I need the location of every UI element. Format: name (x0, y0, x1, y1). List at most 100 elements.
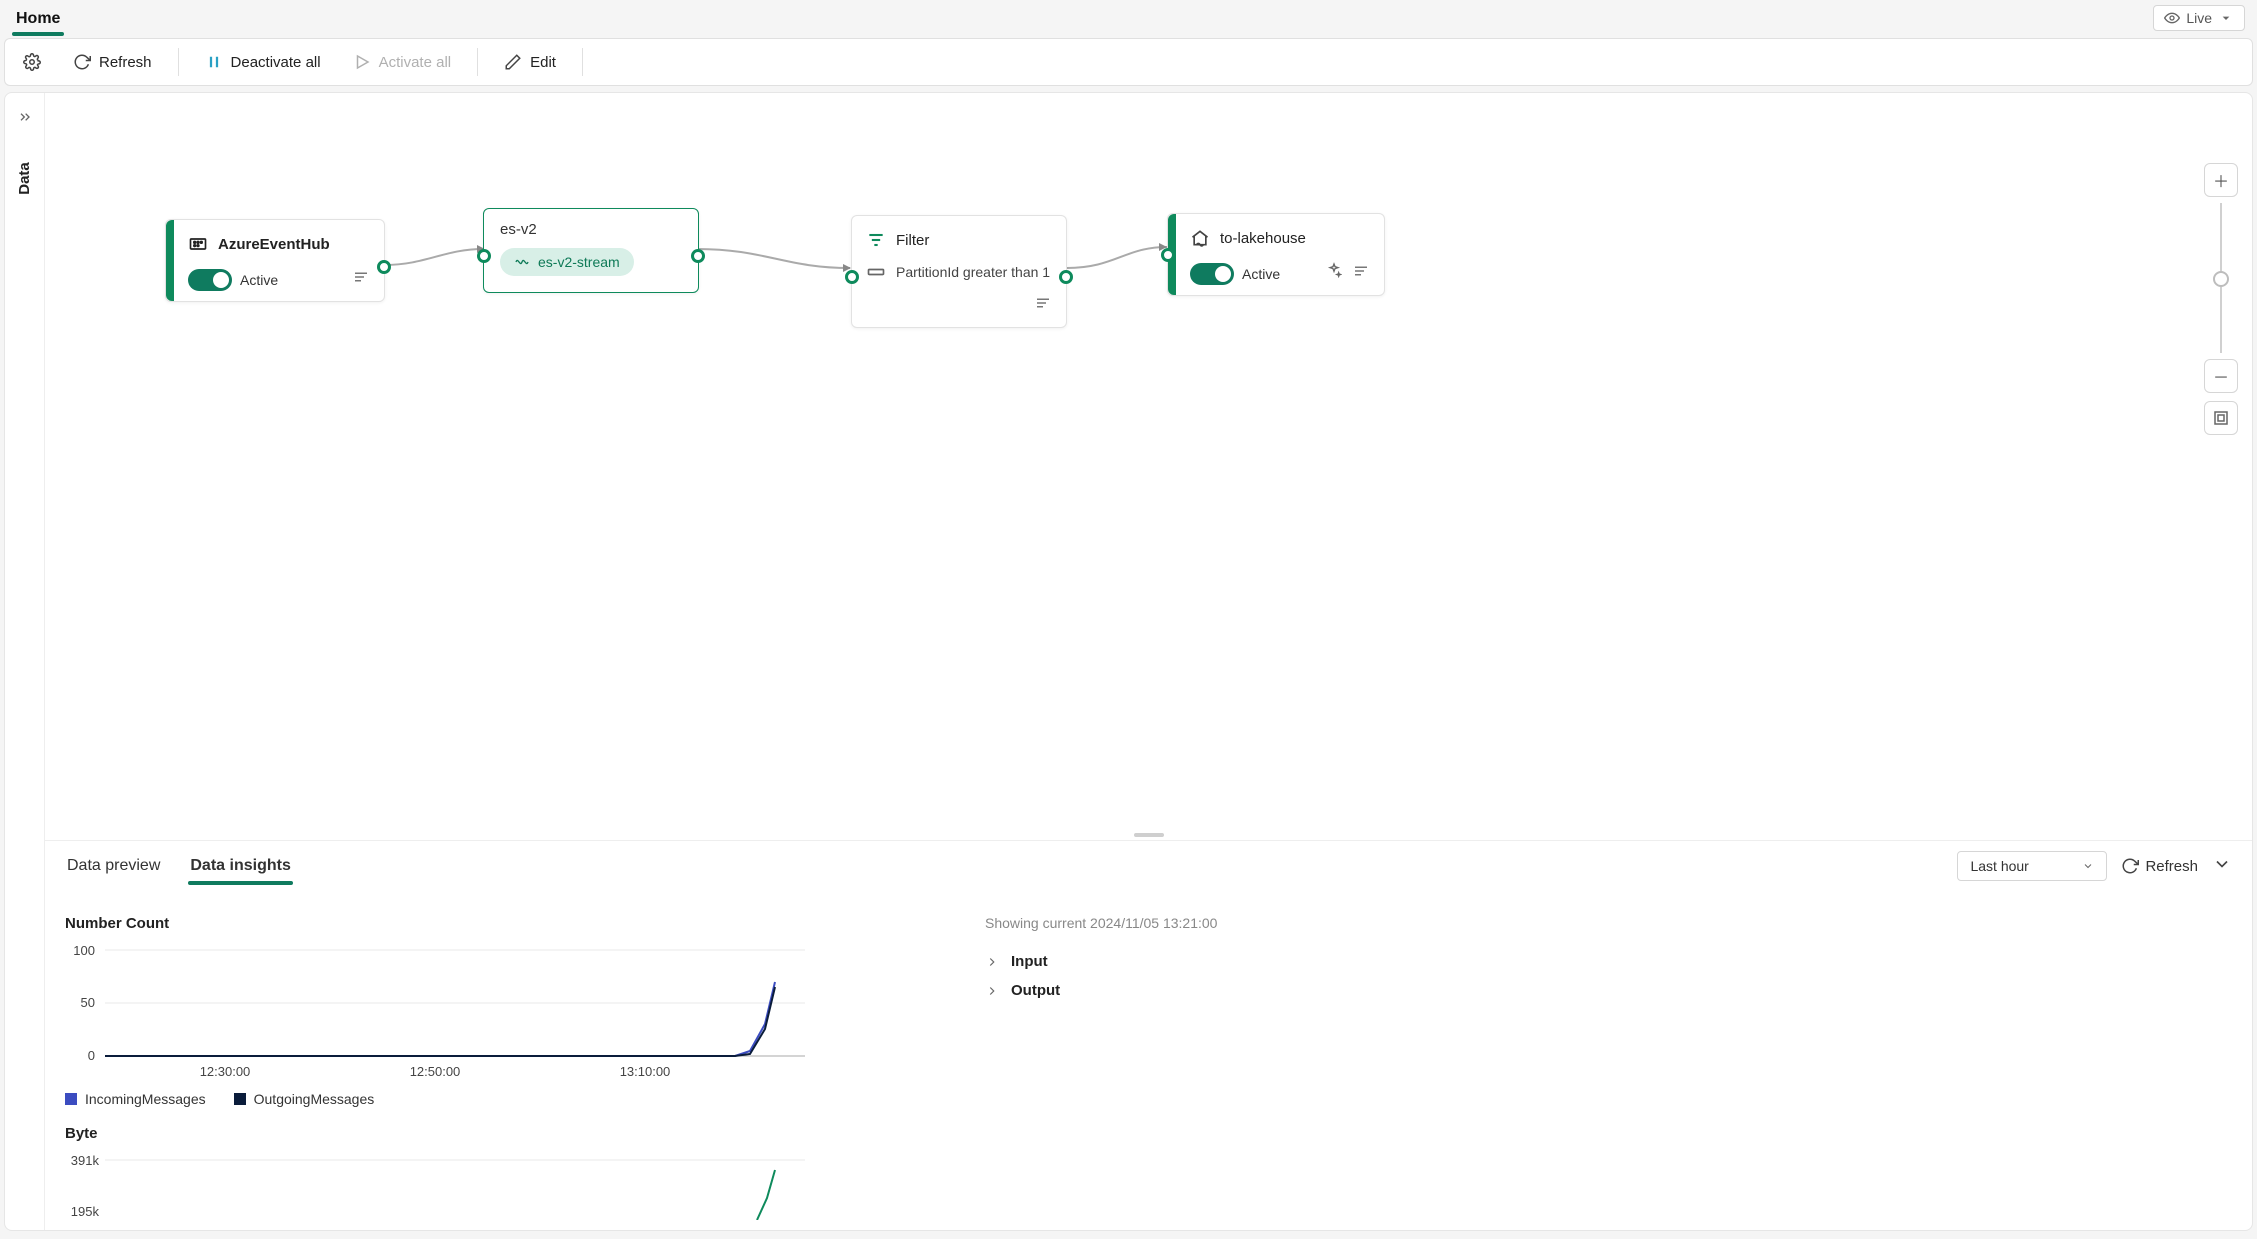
pause-icon (205, 53, 223, 71)
showing-timestamp: Showing current 2024/11/05 13:21:00 (985, 915, 2232, 931)
node-stream[interactable]: es-v2 es-v2-stream (483, 208, 699, 293)
legend-swatch (234, 1093, 246, 1105)
tab-data-preview[interactable]: Data preview (65, 847, 162, 885)
source-toggle[interactable] (188, 269, 232, 291)
port-in[interactable] (477, 249, 491, 263)
zoom-in-button[interactable]: ＋ (2204, 163, 2238, 197)
x-tick: 12:50:00 (410, 1064, 461, 1079)
y-tick: 100 (73, 943, 95, 958)
bottom-refresh-button[interactable]: Refresh (2121, 857, 2198, 875)
refresh-label: Refresh (99, 54, 152, 71)
legend-item[interactable]: OutgoingMessages (234, 1091, 375, 1107)
eventhub-icon (188, 234, 208, 254)
bottom-panel: Data preview Data insights Last hour Ref… (45, 840, 2252, 1230)
expander-input-label: Input (1011, 953, 1048, 970)
series-bytes (757, 1170, 775, 1220)
stream-icon (514, 254, 530, 270)
separator (477, 48, 478, 76)
side-rail: Data (5, 93, 45, 1230)
flow-canvas[interactable]: AzureEventHub Active (45, 93, 2252, 830)
separator (582, 48, 583, 76)
zoom-tools: ＋ － (2204, 163, 2238, 435)
port-in[interactable] (1161, 248, 1175, 262)
deactivate-all-button[interactable]: Deactivate all (199, 49, 327, 75)
zoom-slider[interactable] (2220, 203, 2222, 353)
stream-chip[interactable]: es-v2-stream (500, 248, 634, 276)
x-tick: 12:30:00 (200, 1064, 251, 1079)
edit-button[interactable]: Edit (498, 49, 562, 75)
legend-label: OutgoingMessages (254, 1091, 375, 1107)
tab-data-insights[interactable]: Data insights (188, 847, 292, 885)
chevron-right-icon (985, 955, 999, 969)
stream-chip-label: es-v2-stream (538, 254, 620, 270)
live-label: Live (2186, 10, 2212, 26)
panel-resize-handle[interactable] (45, 830, 2252, 840)
port-in[interactable] (845, 270, 859, 284)
node-menu-button[interactable] (352, 268, 370, 291)
node-sink[interactable]: to-lakehouse Active (1167, 213, 1385, 296)
chevron-right-icon (985, 984, 999, 998)
chart1-legend: IncomingMessages OutgoingMessages (65, 1091, 825, 1107)
expand-panel-button[interactable] (11, 103, 39, 136)
chevron-down-icon (2212, 854, 2232, 874)
node-stream-title: es-v2 (500, 221, 537, 238)
zoom-handle[interactable] (2213, 271, 2229, 287)
y-tick: 391k (71, 1153, 100, 1168)
chevron-down-icon (2082, 860, 2094, 872)
eye-icon (2164, 10, 2180, 26)
x-tick: 13:10:00 (620, 1064, 671, 1079)
node-filter[interactable]: Filter PartitionId greater than 1 (851, 215, 1067, 328)
legend-swatch (65, 1093, 77, 1105)
fit-view-button[interactable] (2204, 401, 2238, 435)
source-status-label: Active (240, 272, 278, 288)
legend-item[interactable]: IncomingMessages (65, 1091, 206, 1107)
time-range-select[interactable]: Last hour (1957, 851, 2107, 881)
connectors (45, 93, 2252, 830)
chart-number-count: 100 50 0 12:30:00 12:50:00 13:10:00 (65, 940, 805, 1080)
legend-label: IncomingMessages (85, 1091, 206, 1107)
lakehouse-icon (1190, 228, 1210, 248)
refresh-icon (73, 53, 91, 71)
sparkle-icon[interactable] (1326, 262, 1342, 278)
activate-all-button: Activate all (347, 49, 458, 75)
gear-icon (23, 53, 41, 71)
node-menu-button[interactable] (1034, 294, 1052, 317)
port-out[interactable] (691, 249, 705, 263)
node-filter-rule: PartitionId greater than 1 (896, 264, 1050, 280)
series-incoming (105, 982, 775, 1056)
collapse-panel-button[interactable] (2212, 854, 2232, 879)
bottom-refresh-label: Refresh (2145, 858, 2198, 875)
main-card: Data AzureEventHub (4, 92, 2253, 1231)
node-source-title: AzureEventHub (218, 236, 330, 253)
more-icon (352, 268, 370, 286)
filter-icon (866, 230, 886, 250)
port-out[interactable] (1059, 270, 1073, 284)
toolbar: Refresh Deactivate all Activate all Edit (4, 38, 2253, 86)
expander-output[interactable]: Output (985, 976, 2232, 1005)
y-tick: 195k (71, 1204, 100, 1219)
node-source[interactable]: AzureEventHub Active (165, 219, 385, 302)
port-out[interactable] (377, 260, 391, 274)
fit-icon (2212, 409, 2230, 427)
refresh-button[interactable]: Refresh (67, 49, 158, 75)
y-tick: 0 (88, 1048, 95, 1063)
zoom-out-button[interactable]: － (2204, 359, 2238, 393)
refresh-icon (2121, 857, 2139, 875)
series-outgoing (105, 987, 775, 1056)
chevron-double-right-icon (17, 109, 33, 125)
activate-all-label: Activate all (379, 54, 452, 71)
node-active-strip (166, 220, 174, 301)
edit-label: Edit (530, 54, 556, 71)
expander-input[interactable]: Input (985, 947, 2232, 976)
more-icon (1034, 294, 1052, 312)
tab-home[interactable]: Home (12, 4, 64, 36)
time-range-label: Last hour (1970, 858, 2028, 874)
settings-button[interactable] (17, 49, 47, 75)
node-menu-button[interactable] (1352, 262, 1370, 285)
more-icon (1352, 262, 1370, 280)
node-sink-title: to-lakehouse (1220, 230, 1306, 247)
siderail-label: Data (16, 162, 33, 195)
sink-status-label: Active (1242, 266, 1280, 282)
sink-toggle[interactable] (1190, 263, 1234, 285)
live-mode-button[interactable]: Live (2153, 5, 2245, 31)
